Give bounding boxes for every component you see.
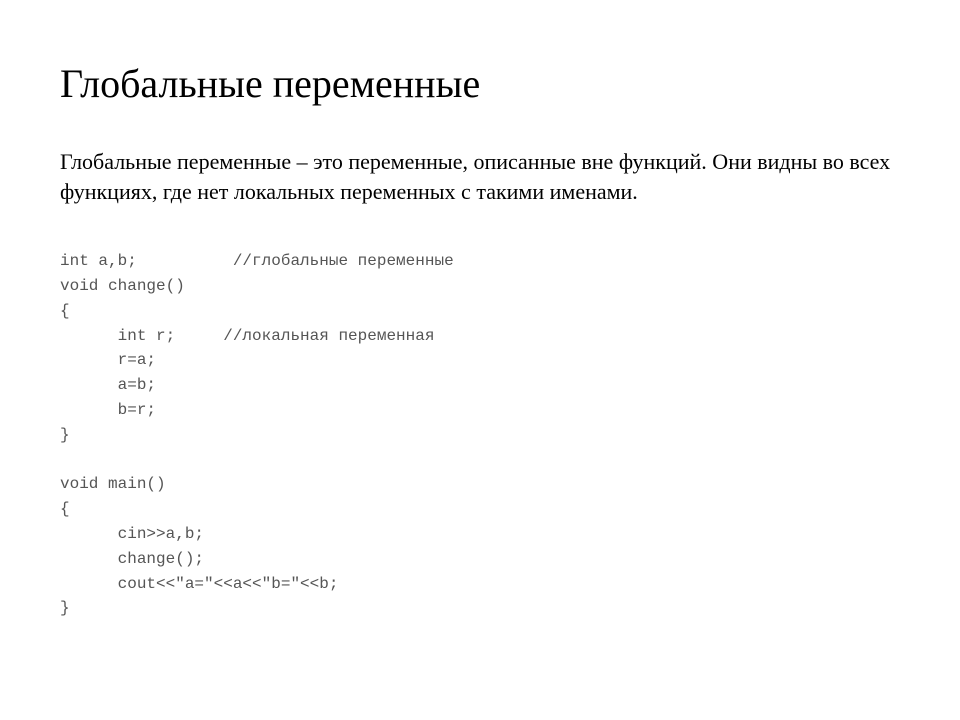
code-line: int r; //локальная переменная	[60, 327, 434, 345]
code-line: {	[60, 500, 70, 518]
code-line: b=r;	[60, 401, 156, 419]
code-line: cin>>a,b;	[60, 525, 204, 543]
code-line: int a,b; //глобальные переменные	[60, 252, 454, 270]
code-example: int a,b; //глобальные переменные void ch…	[60, 224, 900, 621]
code-line: a=b;	[60, 376, 156, 394]
code-line: }	[60, 599, 70, 617]
code-line: change();	[60, 550, 204, 568]
code-line: r=a;	[60, 351, 156, 369]
code-line: cout<<"a="<<a<<"b="<<b;	[60, 575, 338, 593]
code-line: void main()	[60, 475, 166, 493]
slide-description: Глобальные переменные – это переменные, …	[60, 147, 900, 206]
slide-title: Глобальные переменные	[60, 60, 900, 107]
code-line: void change()	[60, 277, 185, 295]
code-line: }	[60, 426, 70, 444]
code-line: {	[60, 302, 70, 320]
